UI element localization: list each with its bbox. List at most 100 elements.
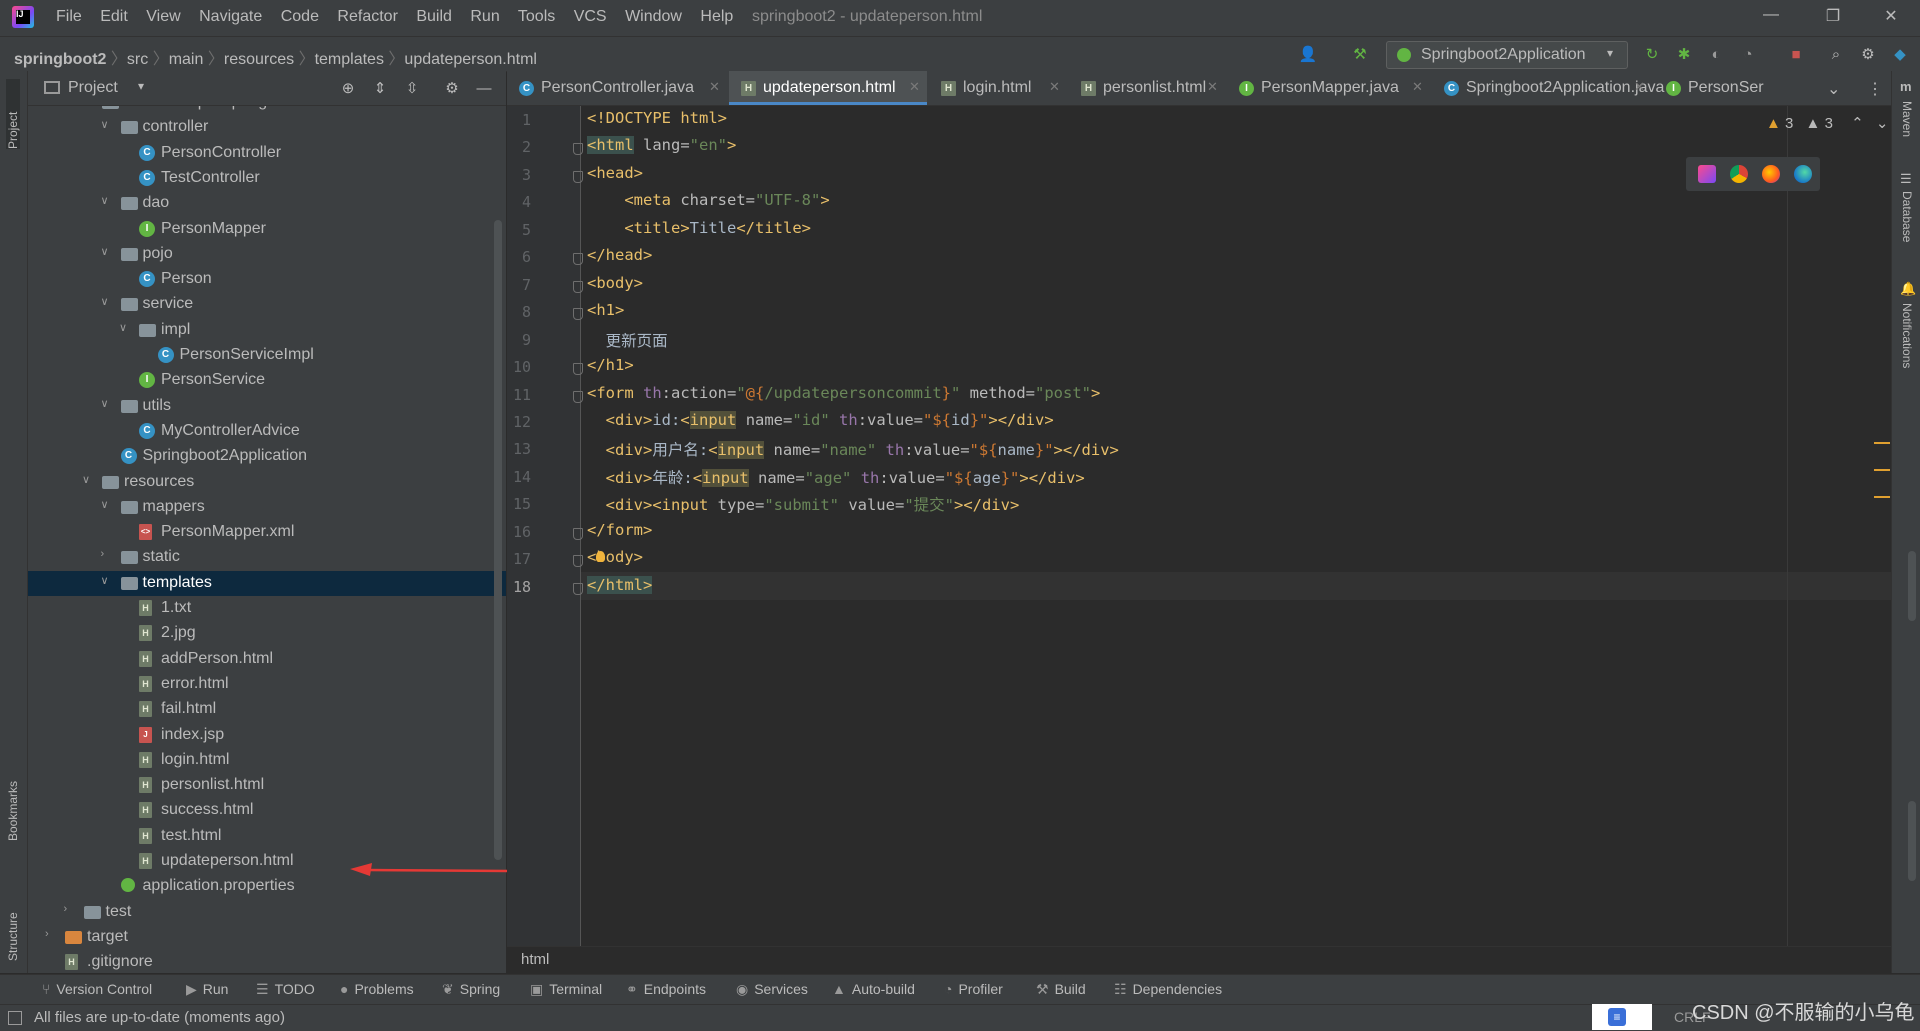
tree-item-testcontroller[interactable]: C TestController: [28, 166, 506, 191]
maven-icon[interactable]: m: [1900, 79, 1912, 94]
project-panel-title[interactable]: Project: [68, 79, 118, 97]
stripe-project[interactable]: Project: [6, 79, 20, 149]
chevron-right-icon[interactable]: ›: [101, 548, 115, 560]
close-tab-icon[interactable]: ✕: [909, 79, 920, 95]
search-icon[interactable]: ⌕: [1826, 45, 1846, 65]
breadcrumb-file[interactable]: updateperson.html: [404, 51, 537, 68]
editor-breadcrumb-html[interactable]: html: [521, 951, 549, 968]
tree-item-target[interactable]: › target: [28, 925, 506, 950]
toggle-tool-windows-icon[interactable]: [8, 1011, 22, 1025]
tree-item-service[interactable]: ∨ service: [28, 292, 506, 317]
fold-marker-icon[interactable]: [573, 363, 583, 376]
close-tab-icon[interactable]: ✕: [709, 79, 720, 95]
tree-item-fail-html[interactable]: Hfail.html: [28, 697, 506, 722]
tree-item-resources[interactable]: ∨ resources: [28, 470, 506, 495]
menu-edit[interactable]: Edit: [100, 8, 128, 25]
fold-marker-icon[interactable]: [573, 253, 583, 266]
fold-marker-icon[interactable]: [573, 143, 583, 156]
fold-marker-icon[interactable]: [573, 582, 583, 595]
menu-refactor[interactable]: Refactor: [337, 8, 397, 25]
menu-vcs[interactable]: VCS: [574, 8, 607, 25]
tool-build[interactable]: ⚒ Build: [1036, 981, 1086, 998]
chevron-right-icon[interactable]: ›: [64, 903, 78, 915]
menu-tools[interactable]: Tools: [518, 8, 555, 25]
tree-item-personmapper-xml[interactable]: <> PersonMapper.xml: [28, 520, 506, 545]
select-opened-file-icon[interactable]: ⊕: [338, 79, 358, 99]
profiler-icon[interactable]: ◔: [1738, 45, 1758, 65]
edge-icon[interactable]: [1794, 165, 1812, 183]
database-icon[interactable]: ☰: [1900, 171, 1912, 187]
tree-item-test-html[interactable]: Htest.html: [28, 824, 506, 849]
tool-terminal[interactable]: ▣ Terminal: [530, 981, 602, 998]
chevron-right-icon[interactable]: ›: [45, 928, 59, 940]
hide-panel-icon[interactable]: —: [474, 79, 494, 99]
chevron-down-icon[interactable]: ∨: [101, 574, 115, 587]
run-configuration-select[interactable]: Springboot2Application ▾: [1386, 41, 1628, 69]
tab-springboot2application-java[interactable]: C Springboot2Application.java ✕: [1432, 71, 1664, 105]
breadcrumb-templates[interactable]: templates: [315, 51, 384, 68]
tab-personser[interactable]: I PersonSer: [1654, 71, 1782, 105]
tree-item-login-html[interactable]: Hlogin.html: [28, 748, 506, 773]
notifications-bell-icon[interactable]: 🔔: [1900, 281, 1916, 297]
close-tab-icon[interactable]: ✕: [1049, 79, 1060, 95]
tree-item-com-example-springboot2[interactable]: ∨com.example.springboot2: [28, 106, 506, 115]
tool-run[interactable]: ▶ Run: [186, 981, 228, 998]
tree-item-dao[interactable]: ∨ dao: [28, 191, 506, 216]
restore-icon[interactable]: ❐: [1818, 6, 1848, 26]
tab-updateperson-html[interactable]: Hupdateperson.html ✕: [729, 71, 927, 105]
tool-profiler[interactable]: ◔ Profiler: [944, 981, 1003, 997]
error-stripe-marker[interactable]: [1874, 496, 1890, 498]
debug-icon[interactable]: ✱: [1674, 45, 1694, 65]
collapse-all-icon[interactable]: ⇳: [402, 79, 422, 99]
chevron-down-icon[interactable]: ∨: [101, 118, 115, 131]
menu-view[interactable]: View: [146, 8, 180, 25]
close-tab-icon[interactable]: ✕: [1412, 79, 1423, 95]
tree-item-1-txt[interactable]: H 1.txt: [28, 596, 506, 621]
tab-login-html[interactable]: Hlogin.html ✕: [929, 71, 1067, 105]
gear-icon[interactable]: ⚙: [442, 79, 462, 99]
tool-endpoints[interactable]: ⚭ Endpoints: [626, 981, 706, 998]
close-tab-icon[interactable]: ✕: [1634, 79, 1645, 95]
tree-item-error-html[interactable]: Herror.html: [28, 672, 506, 697]
inspection-widget[interactable]: ▲ 3 ▲ 3 ⌃ ⌄: [1766, 114, 1888, 132]
tree-item-addperson-html[interactable]: HaddPerson.html: [28, 647, 506, 672]
tree-item-personlist-html[interactable]: Hpersonlist.html: [28, 773, 506, 798]
menu-code[interactable]: Code: [281, 8, 319, 25]
stripe-bookmarks[interactable]: Bookmarks: [6, 761, 20, 841]
close-icon[interactable]: ✕: [1876, 6, 1906, 26]
fold-marker-icon[interactable]: [573, 280, 583, 293]
tree-item-springboot2application[interactable]: C Springboot2Application: [28, 444, 506, 469]
tree-item-person[interactable]: C Person: [28, 267, 506, 292]
chevron-down-icon[interactable]: ∨: [101, 245, 115, 258]
menu-build[interactable]: Build: [416, 8, 452, 25]
firefox-icon[interactable]: [1762, 165, 1780, 183]
chevron-down-icon[interactable]: ⌄: [1876, 115, 1889, 132]
fold-marker-icon[interactable]: [573, 390, 583, 403]
tree-item-controller[interactable]: ∨ controller: [28, 115, 506, 140]
tree-item-mappers[interactable]: ∨ mappers: [28, 495, 506, 520]
menu-window[interactable]: Window: [625, 8, 682, 25]
chevron-down-icon[interactable]: ∨: [101, 295, 115, 308]
tool-version-control[interactable]: ⑂ Version Control: [42, 981, 152, 997]
menu-navigate[interactable]: Navigate: [199, 8, 262, 25]
chevron-up-icon[interactable]: ⌃: [1851, 115, 1864, 132]
stop-icon[interactable]: ■: [1786, 45, 1806, 65]
project-scrollbar[interactable]: [494, 220, 502, 860]
chrome-icon[interactable]: [1730, 165, 1748, 183]
minimize-icon[interactable]: —: [1756, 6, 1786, 24]
tab-personmapper-java[interactable]: I PersonMapper.java ✕: [1227, 71, 1430, 105]
tree-item-templates[interactable]: ∨ templates: [28, 570, 506, 596]
coverage-icon[interactable]: ◐: [1706, 45, 1726, 65]
error-stripe-marker[interactable]: [1874, 469, 1890, 471]
minimap-scrollbar[interactable]: [1908, 801, 1916, 881]
tool-spring[interactable]: ❦ Spring: [442, 981, 500, 998]
user-icon[interactable]: 👤: [1298, 45, 1318, 65]
chevron-down-icon[interactable]: ∨: [101, 397, 115, 410]
chevron-down-icon[interactable]: ∨: [101, 498, 115, 511]
stripe-database[interactable]: Database: [1900, 191, 1914, 242]
tree-item-personmapper[interactable]: I PersonMapper: [28, 217, 506, 242]
tool-dependencies[interactable]: ☷ Dependencies: [1114, 981, 1222, 998]
menu-help[interactable]: Help: [700, 8, 733, 25]
fold-marker-icon[interactable]: [573, 308, 583, 321]
error-stripe-marker[interactable]: [1874, 442, 1890, 444]
